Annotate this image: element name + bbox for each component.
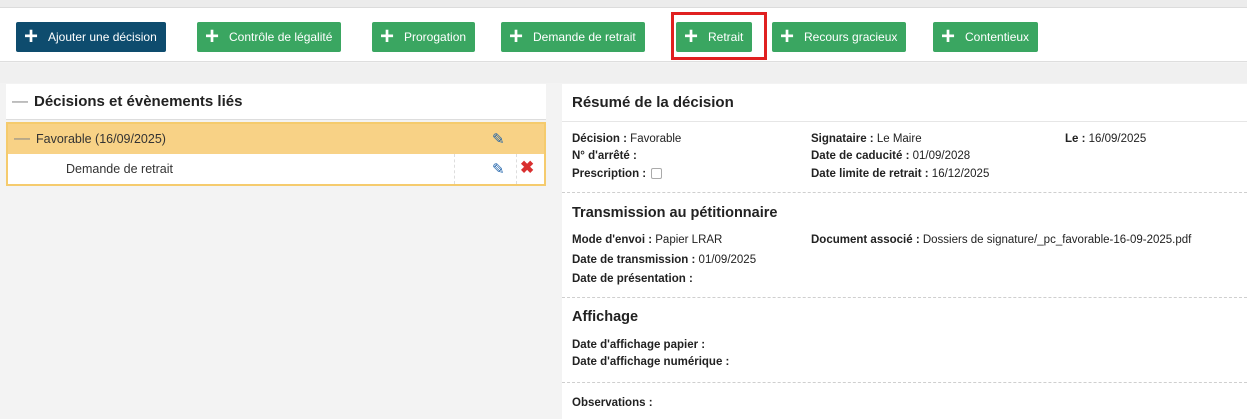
add-decision-button[interactable]: + Ajouter une décision — [16, 22, 166, 52]
pencil-icon[interactable]: ✎ — [492, 160, 505, 178]
plus-icon: + — [779, 23, 794, 50]
top-strip — [0, 0, 1247, 8]
tree-row-label: Favorable (16/09/2025) — [36, 132, 166, 146]
tree-row-event[interactable]: Demande de retrait ✎ ✖ — [8, 154, 544, 184]
linked-decisions-panel: — Décisions et évènements liés — Favorab… — [6, 84, 546, 419]
action-toolbar: + Ajouter une décision + Contrôle de lég… — [0, 8, 1247, 62]
checkbox-icon — [651, 168, 663, 180]
withdrawal-button[interactable]: + Retrait — [676, 22, 753, 52]
plus-icon: + — [683, 23, 698, 50]
send-mode-field: Mode d'envoi : Papier LRAR — [572, 234, 723, 246]
observations-field: Observations : — [572, 397, 653, 409]
minus-icon[interactable]: — — [6, 93, 34, 111]
tree-row-label: Demande de retrait — [66, 162, 174, 176]
plus-icon: + — [23, 23, 38, 50]
expiry-date-field: Date de caducité : 01/09/2028 — [811, 150, 971, 162]
button-label: Recours gracieux — [804, 30, 898, 44]
transmission-date-field: Date de transmission : 01/09/2025 — [572, 254, 757, 266]
prescription-field: Prescription : — [572, 168, 663, 180]
digital-display-date-field: Date d'affichage numérique : — [572, 356, 730, 368]
decision-tree: — Favorable (16/09/2025) ✎ Demande de re… — [6, 122, 546, 186]
panel-title: Décisions et évènements liés — [34, 93, 243, 110]
plus-icon: + — [940, 23, 955, 50]
plus-icon: + — [508, 23, 523, 50]
decision-date-field: Le : 16/09/2025 — [1065, 133, 1147, 145]
pencil-icon[interactable]: ✎ — [492, 130, 505, 148]
button-label: Contentieux — [965, 30, 1030, 44]
paper-display-date-field: Date d'affichage papier : — [572, 339, 706, 351]
plus-icon: + — [204, 23, 219, 50]
appeal-button[interactable]: + Recours gracieux — [772, 22, 907, 52]
button-label: Demande de retrait — [533, 30, 636, 44]
litigation-button[interactable]: + Contentieux — [933, 22, 1039, 52]
close-icon[interactable]: ✖ — [520, 158, 534, 178]
presentation-date-field: Date de présentation : — [572, 273, 693, 285]
legality-control-button[interactable]: + Contrôle de légalité — [197, 22, 342, 52]
minus-icon[interactable]: — — [8, 130, 36, 148]
decision-summary-panel: Résumé de la décision Décision : Favorab… — [562, 84, 1247, 419]
button-label: Contrôle de légalité — [229, 30, 333, 44]
tree-row-decision[interactable]: — Favorable (16/09/2025) ✎ — [8, 124, 544, 154]
transmission-title: Transmission au pétitionnaire — [572, 205, 778, 221]
extension-button[interactable]: + Prorogation — [372, 22, 476, 52]
button-label: Ajouter une décision — [48, 30, 157, 44]
separator — [0, 63, 1247, 83]
associated-document-field: Document associé : Dossiers de signature… — [811, 234, 1192, 246]
summary-title: Résumé de la décision — [562, 84, 1247, 122]
arrete-field: N° d'arrêté : — [572, 150, 637, 162]
button-label: Prorogation — [404, 30, 467, 44]
decision-field: Décision : Favorable — [572, 133, 682, 145]
signatory-field: Signataire : Le Maire — [811, 133, 922, 145]
button-label: Retrait — [708, 30, 744, 44]
panel-header: — Décisions et évènements liés — [6, 84, 546, 120]
withdrawal-limit-field: Date limite de retrait : 16/12/2025 — [811, 168, 990, 180]
display-title: Affichage — [572, 309, 639, 325]
plus-icon: + — [379, 23, 394, 50]
withdrawal-request-button[interactable]: + Demande de retrait — [501, 22, 645, 52]
